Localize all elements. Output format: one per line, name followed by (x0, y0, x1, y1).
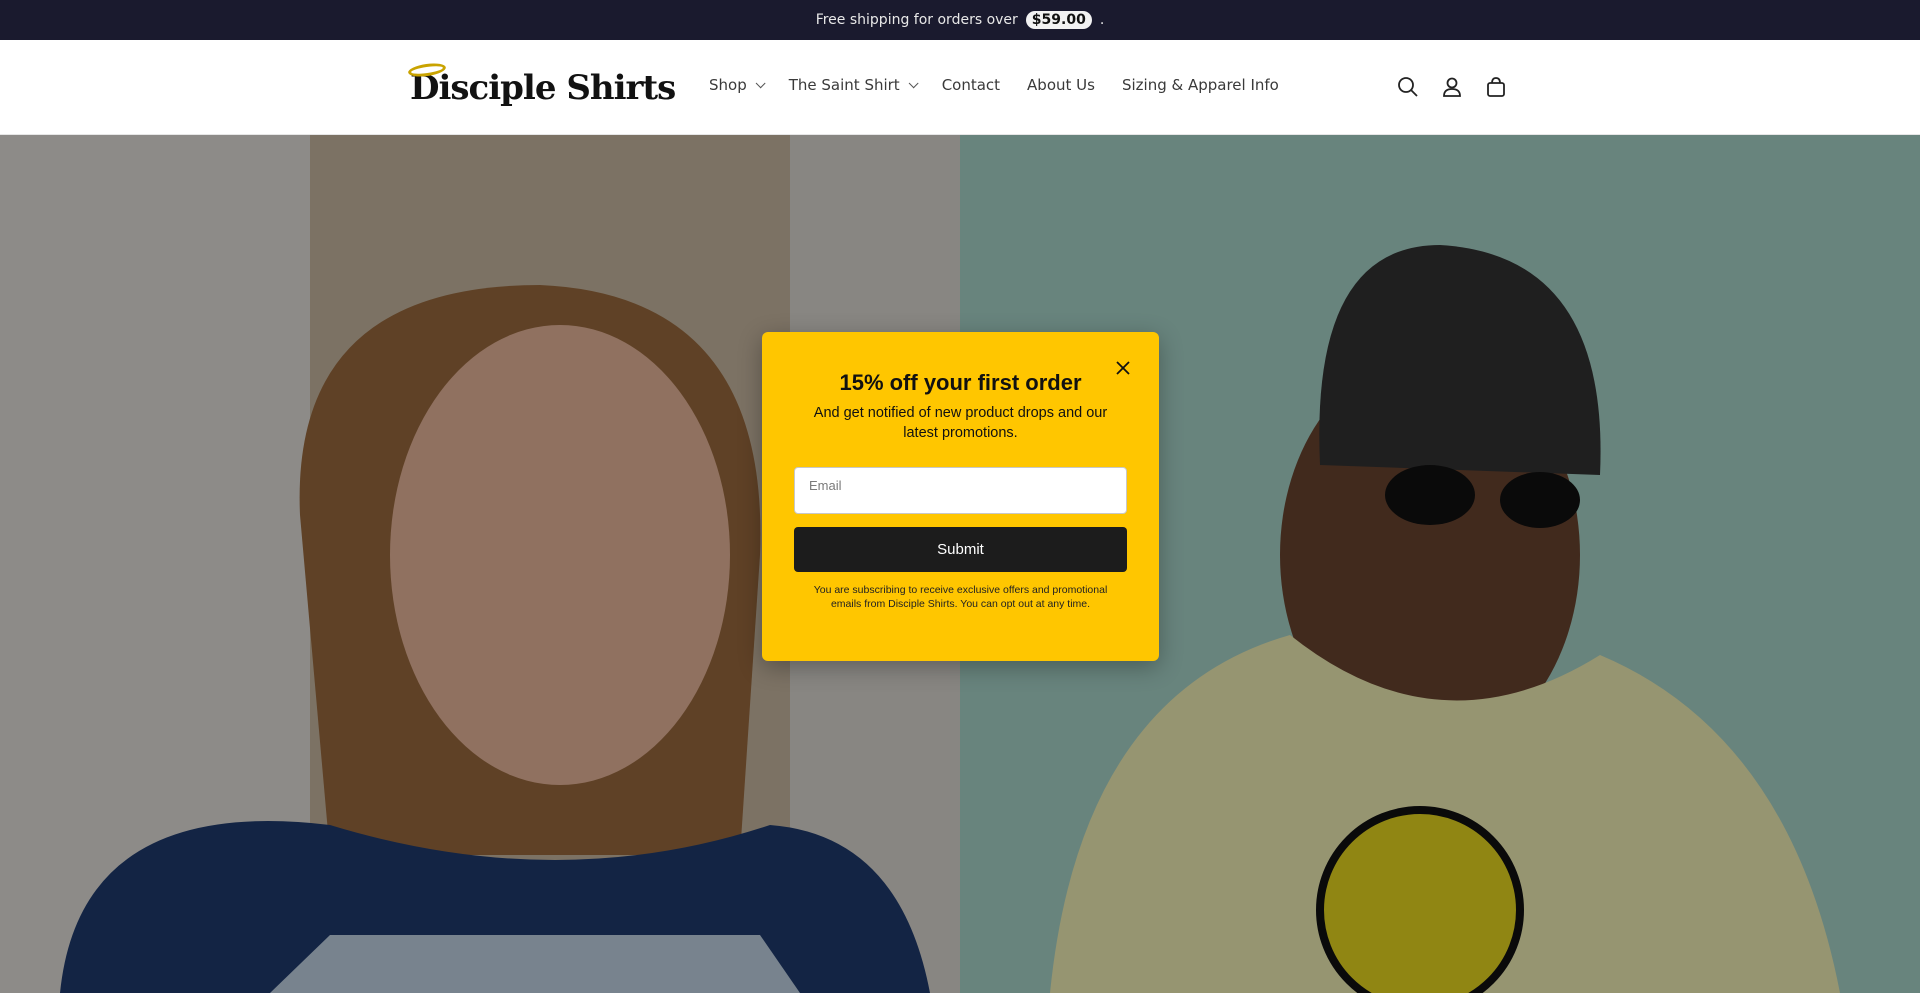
nav-label: Contact (941, 76, 1001, 94)
announcement-suffix: . (1099, 12, 1105, 28)
nav-label: The Saint Shirt (788, 76, 900, 94)
nav-item-shop[interactable]: Shop (709, 76, 766, 94)
search-icon[interactable] (1396, 75, 1420, 99)
popup-title: 15% off your first order (839, 370, 1082, 395)
header-icons (1396, 75, 1508, 99)
discount-popup: 15% off your first order And get notifie… (762, 332, 1159, 661)
nav-label: Shop (709, 76, 747, 94)
announcement-text: Free shipping for orders over (815, 12, 1018, 28)
nav-label: Sizing & Apparel Info (1121, 76, 1279, 94)
cart-icon[interactable] (1484, 75, 1508, 99)
account-icon[interactable] (1440, 75, 1464, 99)
popup-legal-text: You are subscribing to receive exclusive… (813, 584, 1108, 610)
nav-item-sizing[interactable]: Sizing & Apparel Info (1122, 76, 1279, 94)
logo-text: Disciple Shirts (410, 68, 676, 108)
nav-label: About Us (1027, 76, 1095, 94)
nav-item-about[interactable]: About Us (1027, 76, 1095, 94)
nav-item-saint-shirt[interactable]: The Saint Shirt (788, 76, 919, 94)
nav-item-contact[interactable]: Contact (942, 76, 1000, 94)
main-nav: Shop The Saint Shirt Contact About Us Si… (709, 76, 1306, 94)
chevron-down-icon (755, 77, 766, 88)
email-field[interactable] (794, 467, 1127, 514)
announcement-bar: Free shipping for orders over $59.00 . (0, 0, 1920, 40)
submit-button[interactable]: Submit (794, 527, 1127, 572)
chevron-down-icon (908, 77, 919, 88)
popup-subtitle: And get notified of new product drops an… (813, 405, 1108, 441)
site-header: Disciple Shirts Shop The Saint Shirt Con… (0, 40, 1920, 135)
announcement-price-badge: $59.00 (1025, 11, 1092, 29)
site-logo[interactable]: Disciple Shirts (407, 61, 676, 110)
